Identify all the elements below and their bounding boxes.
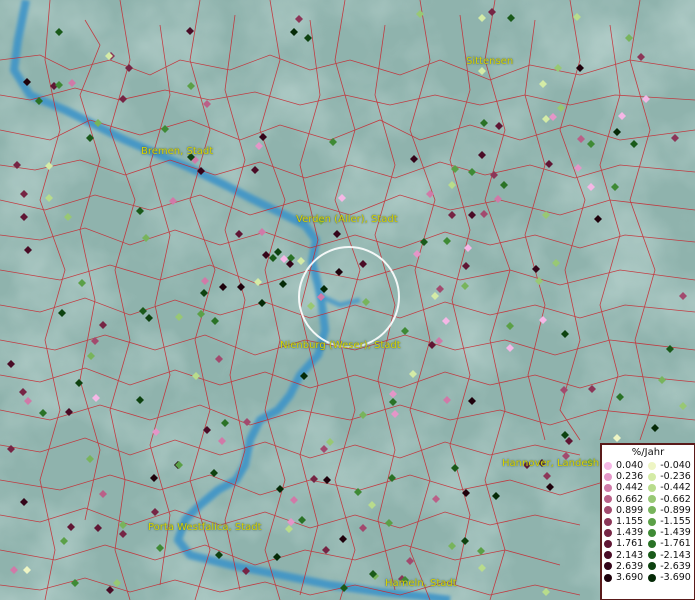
terrain-relief — [0, 0, 695, 600]
legend-value: -1.439 — [660, 527, 691, 539]
legend-value: -1.155 — [660, 516, 691, 528]
legend-swatch-icon — [648, 562, 657, 571]
label-bremen: Bremen, Stadt — [141, 146, 214, 157]
legend-swatch-icon — [648, 551, 657, 560]
legend-entry-negative: -0.442 — [643, 482, 691, 493]
label-hannover: Hannover, Landesh — [502, 458, 600, 469]
legend-value: 3.690 — [616, 572, 644, 584]
legend-row: 0.040 -0.040 — [604, 460, 691, 471]
legend-row: 2.639 -2.639 — [604, 561, 691, 572]
legend-value: 1.439 — [616, 527, 644, 539]
legend-table: 0.040 -0.040 0.236 -0.236 0.442 -0.442 0.662 -0… — [604, 460, 691, 583]
legend-title: %/Jahr — [631, 447, 665, 458]
legend-swatch-icon — [604, 562, 612, 571]
legend-entry-positive: 1.439 — [604, 527, 643, 538]
legend-swatch-icon — [648, 517, 657, 526]
legend-entry-negative: -0.236 — [643, 471, 691, 482]
legend-entry-negative: -0.899 — [643, 505, 691, 516]
label-verden: Verden (Aller), Stadt — [296, 214, 398, 225]
legend-value: -0.040 — [660, 460, 691, 471]
trend-legend: %/Jahr 0.040 -0.040 0.236 -0.236 0.442 -0.442… — [600, 443, 695, 600]
label-nienburg: Nienburg (Weser), Stadt — [280, 340, 401, 351]
legend-entry-negative: -0.040 — [643, 460, 691, 471]
legend-entry-positive: 3.690 — [604, 572, 643, 583]
legend-swatch-icon — [604, 551, 612, 560]
legend-swatch-icon — [604, 539, 612, 548]
legend-value: 0.662 — [616, 493, 644, 505]
legend-swatch-icon — [604, 483, 612, 492]
legend-value: -0.662 — [660, 493, 691, 505]
legend-swatch-icon — [648, 528, 657, 537]
legend-swatch-icon — [648, 495, 657, 504]
legend-value: 1.761 — [616, 538, 644, 550]
legend-value: -0.442 — [660, 482, 691, 494]
legend-entry-negative: -3.690 — [643, 572, 691, 583]
legend-value: -1.761 — [660, 538, 691, 550]
legend-entry-negative: -1.439 — [643, 527, 691, 538]
legend-entry-negative: -2.143 — [643, 550, 691, 561]
legend-entry-negative: -1.155 — [643, 516, 691, 527]
legend-row: 2.143 -2.143 — [604, 550, 691, 561]
legend-row: 1.761 -1.761 — [604, 538, 691, 549]
legend-entry-negative: -0.662 — [643, 494, 691, 505]
legend-swatch-icon — [604, 461, 612, 470]
map-canvas[interactable]: Sittensen Bremen, Stadt Verden (Aller), … — [0, 0, 695, 600]
legend-entry-positive: 2.143 — [604, 550, 643, 561]
legend-value: 0.236 — [616, 471, 644, 483]
legend-value: 0.899 — [616, 504, 644, 516]
legend-swatch-icon — [648, 483, 657, 492]
map-base-layer — [0, 0, 695, 600]
label-porta-westfalica: Porta Westfalica, Stadt — [148, 522, 262, 533]
legend-swatch-icon — [604, 506, 612, 515]
legend-swatch-icon — [648, 461, 657, 470]
legend-swatch-icon — [604, 472, 612, 481]
legend-row: 1.439 -1.439 — [604, 527, 691, 538]
legend-value: 0.442 — [616, 482, 644, 494]
legend-value: 1.155 — [616, 516, 644, 528]
legend-swatch-icon — [604, 517, 612, 526]
legend-swatch-icon — [604, 495, 612, 504]
legend-swatch-icon — [648, 539, 657, 548]
legend-row: 3.690 -3.690 — [604, 572, 691, 583]
legend-entry-positive: 0.236 — [604, 471, 643, 482]
legend-value: -0.236 — [660, 471, 691, 483]
legend-swatch-icon — [648, 573, 657, 582]
legend-entry-positive: 1.155 — [604, 516, 643, 527]
legend-value: 2.143 — [616, 549, 644, 561]
label-hameln: Hameln, Stadt — [385, 578, 457, 589]
legend-value: -2.143 — [660, 549, 691, 561]
legend-row: 0.236 -0.236 — [604, 471, 691, 482]
legend-entry-negative: -2.639 — [643, 561, 691, 572]
legend-value: -3.690 — [660, 572, 691, 584]
label-sittensen: Sittensen — [466, 56, 514, 67]
legend-swatch-icon — [604, 528, 612, 537]
legend-swatch-icon — [648, 506, 657, 515]
legend-row: 1.155 -1.155 — [604, 516, 691, 527]
legend-entry-positive: 0.040 — [604, 460, 643, 471]
legend-value: 0.040 — [616, 460, 644, 471]
legend-entry-positive: 0.662 — [604, 494, 643, 505]
legend-row: 0.899 -0.899 — [604, 505, 691, 516]
legend-swatch-icon — [604, 573, 612, 582]
legend-swatch-icon — [648, 472, 657, 481]
legend-row: 0.662 -0.662 — [604, 494, 691, 505]
legend-value: 2.639 — [616, 560, 644, 572]
legend-value: -0.899 — [660, 504, 691, 516]
legend-entry-negative: -1.761 — [643, 538, 691, 549]
legend-value: -2.639 — [660, 560, 691, 572]
legend-entry-positive: 0.442 — [604, 482, 643, 493]
legend-entry-positive: 2.639 — [604, 561, 643, 572]
legend-entry-positive: 1.761 — [604, 538, 643, 549]
legend-entry-positive: 0.899 — [604, 505, 643, 516]
legend-row: 0.442 -0.442 — [604, 482, 691, 493]
